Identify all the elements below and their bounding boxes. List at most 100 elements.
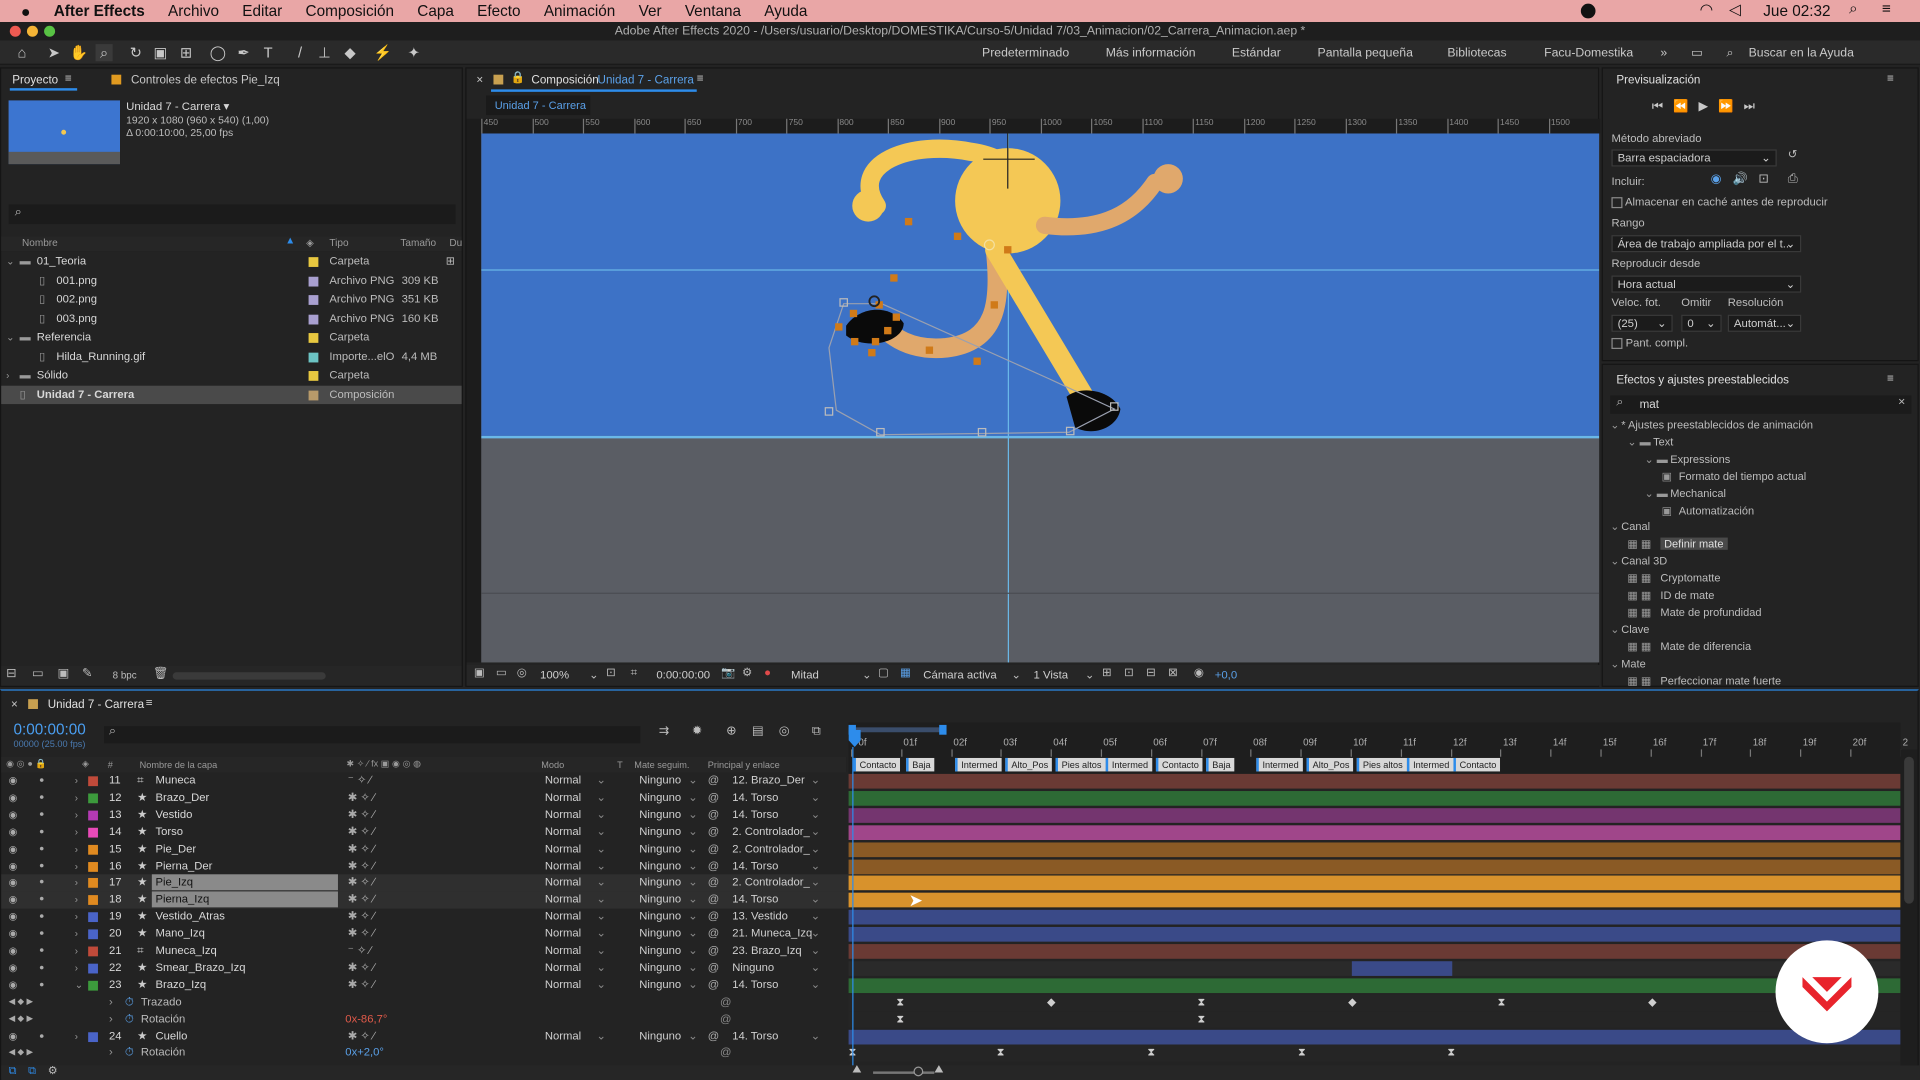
menu-ayuda[interactable]: Ayuda [764, 2, 807, 19]
track-matte-dropdown[interactable]: Ninguno [639, 858, 681, 875]
label-color-swatch[interactable] [88, 878, 98, 889]
views-dropdown[interactable]: 1 Vista [1033, 669, 1068, 681]
layer-duration-bar[interactable] [848, 927, 1901, 942]
label-color-swatch[interactable] [88, 776, 98, 787]
keyframe-icon[interactable]: ⧗ [1198, 1012, 1206, 1025]
solo-icon[interactable]: ● [39, 858, 44, 875]
record-icon[interactable] [1580, 3, 1596, 19]
layer-row[interactable]: ◉ ● › 24 ★ Cuello ✱ ✧ ∕ Normal ⌄ Ninguno ⌄ @14. Tor… [1, 1028, 848, 1045]
keyframe-icon[interactable]: ⧗ [896, 995, 904, 1008]
blend-mode-dropdown[interactable]: Normal [545, 926, 581, 943]
effects-tree-item[interactable]: ▦ ▦ Definir mate [1603, 537, 1920, 555]
puppet-pin-tool-icon[interactable]: ✦ [405, 44, 422, 61]
menu-ver[interactable]: Ver [639, 2, 662, 19]
col-layer-name[interactable]: Nombre de la capa [140, 759, 218, 770]
solo-icon[interactable]: ● [39, 807, 44, 824]
blend-mode-dropdown[interactable]: Normal [545, 960, 581, 977]
track-matte-dropdown[interactable]: Ninguno [639, 892, 681, 909]
zoom-slider-handle[interactable] [913, 1066, 924, 1077]
smear-segment-bar[interactable] [1351, 961, 1453, 976]
exposure-value[interactable]: +0,0 [1215, 669, 1237, 681]
keyframe-icon[interactable]: ◆ [1047, 995, 1055, 1008]
pick-whip-icon[interactable]: @ [708, 773, 719, 790]
col-tamano[interactable]: Tamaño [400, 238, 436, 249]
video-icon[interactable]: ◉ [1711, 173, 1722, 186]
close-timeline-tab-icon[interactable]: × [11, 698, 18, 711]
disclosure-triangle-icon[interactable]: › [75, 1028, 78, 1045]
solo-icon[interactable]: ● [39, 926, 44, 943]
zoom-window-button[interactable] [44, 25, 56, 37]
parent-dropdown[interactable]: 2. Controlador_ [732, 875, 810, 892]
layer-duration-bar[interactable] [848, 875, 1901, 891]
label-color-swatch[interactable] [88, 827, 98, 838]
visibility-eye-icon[interactable]: ◉ [9, 807, 18, 824]
disclosure-triangle-icon[interactable]: › [6, 366, 9, 385]
menu-editar[interactable]: Editar [242, 2, 282, 19]
label-color-swatch[interactable] [308, 257, 319, 267]
visibility-eye-icon[interactable]: ◉ [9, 1028, 18, 1045]
reset-exposure-icon[interactable]: ◉ [1194, 666, 1204, 679]
graph-editor-icon[interactable]: ⧉ [812, 725, 821, 738]
time-ruler[interactable]: 0f 01f 02f 03f 04f 05f 06f 07f 08f 09f 10f 11f 12f 13… [848, 722, 1908, 774]
pen-tool-icon[interactable]: ✒ [235, 44, 252, 61]
switches-icon[interactable]: ✱ ✧ ∕ [348, 1028, 375, 1045]
label-color-swatch[interactable] [88, 861, 98, 872]
layer-duration-bar[interactable] [848, 841, 1901, 857]
visibility-eye-icon[interactable]: ◉ [9, 943, 18, 960]
layer-name[interactable]: Muneca [152, 773, 338, 789]
visibility-eye-icon[interactable]: ◉ [9, 909, 18, 926]
workspace-facu-domestika[interactable]: Facu-Domestika [1544, 47, 1633, 60]
keyframe-icon[interactable]: ⧗ [997, 1046, 1005, 1059]
solo-icon[interactable]: ● [39, 943, 44, 960]
transparency-grid-icon[interactable]: ▦ [900, 666, 911, 679]
layer-name[interactable]: Pierna_Izq [151, 891, 338, 908]
pick-whip-icon[interactable]: @ [708, 1028, 719, 1045]
label-color-swatch[interactable] [88, 929, 98, 940]
layer-name[interactable]: Brazo_Der [152, 790, 338, 806]
play-icon[interactable]: ▶ [1699, 100, 1708, 113]
visibility-eye-icon[interactable]: ◉ [9, 875, 18, 892]
col-parent[interactable]: Principal y enlace [708, 759, 780, 770]
label-color-swatch[interactable] [88, 810, 98, 821]
comp-tab-label[interactable]: Composición [531, 73, 598, 86]
effects-search-input[interactable]: ⌕ mat × [1610, 395, 1912, 414]
switches-icon[interactable]: ⁻ ✧ ∕ [348, 773, 371, 790]
flowchart-icon[interactable]: ⊠ [1168, 666, 1178, 679]
delete-icon[interactable]: 🗑 [153, 667, 169, 680]
tab-effect-controls[interactable]: Controles de efectos Pie_Izq [131, 73, 280, 86]
panel-menu-icon[interactable]: ≡ [65, 72, 72, 85]
solo-icon[interactable]: ● [39, 790, 44, 807]
menu-composicion[interactable]: Composición [306, 2, 394, 19]
keyframe-icon[interactable]: ◆ [1348, 995, 1356, 1008]
label-color-swatch[interactable] [308, 314, 319, 324]
keyframe-icon[interactable]: ◆ [1648, 995, 1656, 1008]
layer-name[interactable]: Pie_Der [152, 841, 338, 857]
project-item[interactable]: › ▬ Sólido Carpeta [1, 366, 461, 385]
parent-dropdown[interactable]: 23. Brazo_Izq [732, 943, 801, 960]
disclosure-triangle-icon[interactable]: › [75, 858, 78, 875]
switches-icon[interactable]: ✱ ✧ ∕ [348, 824, 375, 841]
expand-pane-icon[interactable]: ⧉ [28, 1064, 36, 1077]
first-frame-icon[interactable]: ⏮ [1652, 100, 1663, 113]
new-folder-icon[interactable]: ▭ [32, 667, 44, 680]
switches-icon[interactable]: ✱ ✧ ∕ [348, 977, 375, 994]
menu-archivo[interactable]: Archivo [168, 2, 219, 19]
layer-duration-bar[interactable] [848, 1029, 1901, 1044]
track-matte-dropdown[interactable]: Ninguno [639, 977, 681, 994]
label-color-swatch[interactable] [88, 912, 98, 923]
toggle-pixel-icon[interactable]: ⊞ [1102, 666, 1112, 679]
track-matte-dropdown[interactable]: Ninguno [639, 773, 681, 790]
pick-whip-icon[interactable]: @ [708, 926, 719, 943]
parent-dropdown[interactable]: 14. Torso [732, 1028, 778, 1045]
close-window-button[interactable] [9, 25, 21, 37]
keyframe-icon[interactable]: ⧗ [1298, 1046, 1306, 1059]
rotate-tool-icon[interactable]: ↻ [127, 44, 144, 61]
layer-row[interactable]: ◉ ● › 15 ★ Pie_Der ✱ ✧ ∕ Normal ⌄ Ninguno ⌄ @2. Con… [1, 841, 848, 858]
render-time-icon[interactable]: ⧉ [9, 1064, 17, 1077]
switches-icon[interactable]: ✱ ✧ ∕ [348, 926, 375, 943]
track-matte-dropdown[interactable]: Ninguno [639, 1028, 681, 1045]
pick-whip-icon[interactable]: @ [708, 892, 719, 909]
layer-search-input[interactable]: ⌕ [104, 725, 641, 744]
layer-duration-bar[interactable] [848, 858, 1901, 874]
workspace-pantalla-pequena[interactable]: Pantalla pequeña [1318, 47, 1413, 60]
